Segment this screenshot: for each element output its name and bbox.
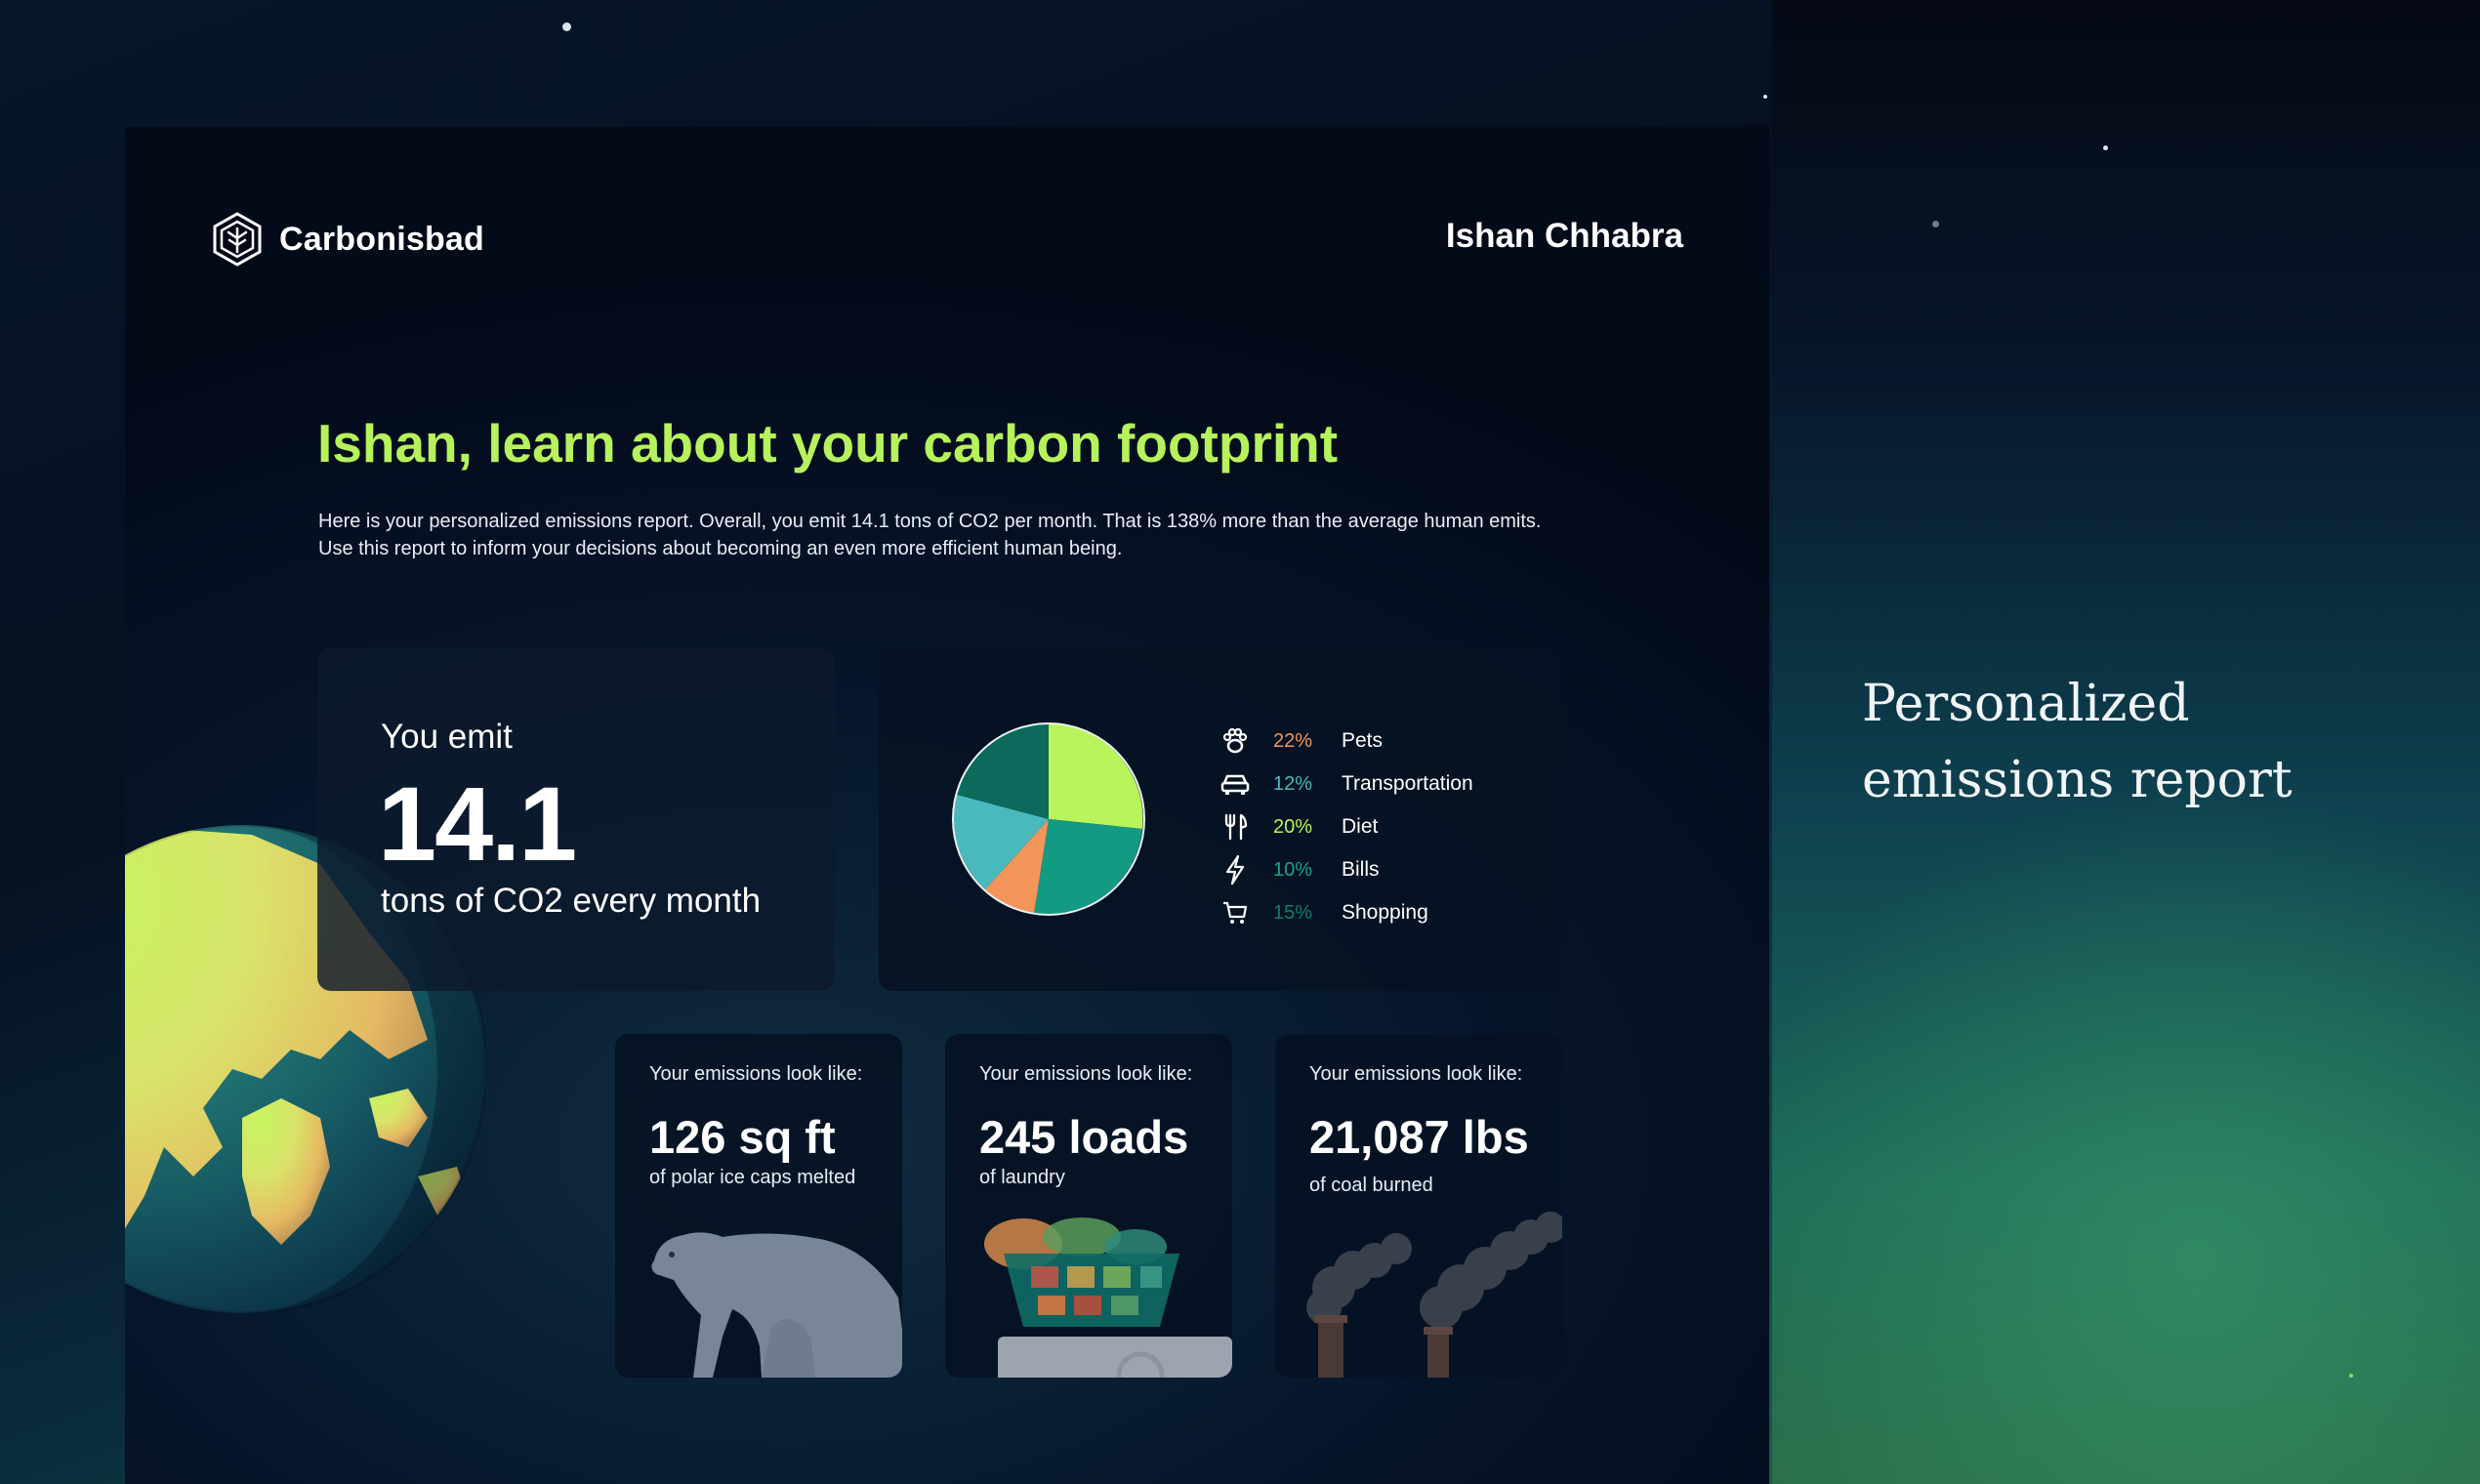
equivalent-sub: of laundry bbox=[979, 1167, 1065, 1188]
legend-percent: 10% bbox=[1273, 858, 1313, 881]
lightning-icon bbox=[1219, 853, 1252, 886]
equivalent-heading: Your emissions look like: bbox=[979, 1063, 1193, 1085]
legend-percent: 20% bbox=[1273, 815, 1313, 838]
legend-percent: 22% bbox=[1273, 729, 1313, 752]
legend-item-pets[interactable]: 22% Pets bbox=[1219, 720, 1473, 763]
car-icon bbox=[1219, 767, 1252, 801]
legend-label: Shopping bbox=[1342, 901, 1428, 924]
legend-label: Transportation bbox=[1342, 772, 1473, 795]
breakdown-pie-chart bbox=[952, 722, 1145, 916]
pie-slice-teal bbox=[1034, 819, 1142, 915]
star bbox=[2349, 1374, 2353, 1378]
legend-label: Diet bbox=[1342, 815, 1379, 838]
legend-label: Pets bbox=[1342, 729, 1384, 752]
cart-icon bbox=[1219, 896, 1252, 929]
legend-item-bills[interactable]: 10% Bills bbox=[1219, 848, 1473, 891]
polar-bear-illustration bbox=[651, 1232, 902, 1378]
legend-percent: 15% bbox=[1273, 901, 1313, 924]
emit-unit: tons of CO2 every month bbox=[381, 882, 762, 920]
equivalent-value: 21,087 lbs bbox=[1309, 1111, 1529, 1163]
legend-item-diet[interactable]: 20% Diet bbox=[1219, 805, 1473, 848]
fork-knife-icon bbox=[1219, 810, 1252, 844]
equivalent-card-laundry: Your emissions look like: 245 loads of l… bbox=[945, 1034, 1232, 1378]
laundry-basket-illustration bbox=[984, 1217, 1232, 1378]
tagline-line: emissions report bbox=[1862, 751, 2293, 809]
star bbox=[562, 22, 571, 31]
equivalent-sub: of coal burned bbox=[1309, 1175, 1433, 1196]
equivalent-sub: of polar ice caps melted bbox=[649, 1167, 856, 1188]
star bbox=[2103, 145, 2108, 150]
emit-label: You emit bbox=[381, 718, 513, 756]
equivalent-card-coal: Your emissions look like: 21,087 lbs of … bbox=[1275, 1034, 1562, 1378]
brand-logo[interactable]: Carbonisbad bbox=[209, 211, 484, 268]
page-headline: Ishan, learn about your carbon footprint bbox=[317, 413, 1339, 474]
star bbox=[1763, 95, 1767, 99]
total-emissions-card: You emit 14.1 tons of CO2 every month bbox=[317, 647, 835, 991]
equivalent-heading: Your emissions look like: bbox=[649, 1063, 863, 1085]
user-name[interactable]: Ishan Chhabra bbox=[1446, 217, 1683, 256]
intro-text: Here is your personalized emissions repo… bbox=[318, 508, 1617, 562]
emit-value: 14.1 bbox=[378, 764, 577, 883]
equivalent-heading: Your emissions look like: bbox=[1309, 1063, 1523, 1085]
equivalent-card-ice: Your emissions look like: 126 sq ft of p… bbox=[615, 1034, 902, 1378]
paw-icon bbox=[1219, 724, 1252, 758]
equivalent-value: 126 sq ft bbox=[649, 1111, 836, 1163]
legend-item-transportation[interactable]: 12% Transportation bbox=[1219, 763, 1473, 805]
breakdown-legend: 22% Pets 12% Transportation 20% Diet 10%… bbox=[1219, 720, 1473, 934]
pie-slice-lime bbox=[1049, 723, 1143, 829]
equivalent-value: 245 loads bbox=[979, 1111, 1189, 1163]
intro-line: Use this report to inform your decisions… bbox=[318, 538, 1123, 559]
star bbox=[1932, 221, 1939, 227]
breakdown-card: 22% Pets 12% Transportation 20% Diet 10%… bbox=[879, 647, 1562, 991]
brand-name: Carbonisbad bbox=[279, 220, 485, 258]
intro-line: Here is your personalized emissions repo… bbox=[318, 511, 1542, 532]
smokestacks-illustration bbox=[1306, 1212, 1562, 1378]
report-page: Carbonisbad Ishan Chhabra Ishan, learn a… bbox=[125, 127, 1769, 1484]
side-tagline: Personalized emissions report bbox=[1862, 666, 2293, 818]
legend-label: Bills bbox=[1342, 858, 1380, 881]
legend-item-shopping[interactable]: 15% Shopping bbox=[1219, 891, 1473, 934]
logo-mark-icon bbox=[213, 212, 262, 267]
legend-percent: 12% bbox=[1273, 772, 1313, 795]
tagline-line: Personalized bbox=[1862, 675, 2190, 733]
